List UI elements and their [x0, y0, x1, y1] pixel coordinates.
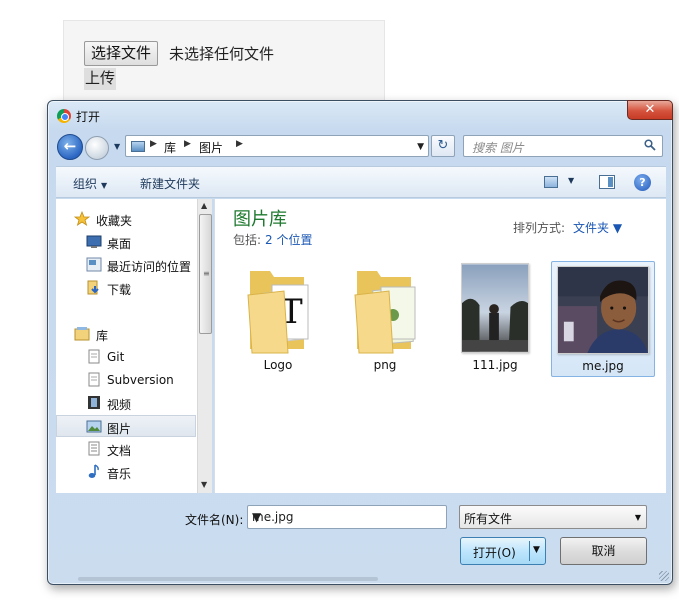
music-icon: [88, 464, 99, 478]
nav-item-downloads[interactable]: 下载: [56, 277, 196, 299]
search-icon: [644, 139, 656, 151]
scroll-up-icon[interactable]: ▲: [201, 201, 207, 210]
filename-input[interactable]: me.jpg ▼: [247, 505, 447, 529]
open-button[interactable]: 打开(O) ▼: [460, 537, 546, 565]
open-file-dialog: 打开 ✕ ← ▼ ▶ 库 ▶ 图片 ▶ ▼ ↻ 搜索 图片 组织 ▼ 新建文件夹 …: [47, 100, 673, 585]
dialog-footer: 文件名(N): me.jpg ▼ 所有文件 ▼ 打开(O) ▼ 取消: [48, 494, 672, 584]
folder-icon: [354, 271, 416, 354]
upload-form: 选择文件 未选择任何文件 上传: [63, 20, 385, 110]
navigation-pane: 收藏夹 桌面 最近访问的位置 下载 库 Git Subversion 视频 图片…: [56, 199, 212, 493]
video-icon: [88, 396, 100, 409]
window-reflection: [78, 577, 378, 581]
dialog-title: 打开: [76, 110, 101, 124]
document-icon: [88, 349, 100, 364]
upload-button[interactable]: 上传: [84, 68, 117, 90]
scroll-down-icon[interactable]: ▼: [201, 480, 207, 489]
new-folder-button[interactable]: 新建文件夹: [140, 175, 200, 192]
documents-icon: [88, 441, 100, 456]
nav-item-desktop[interactable]: 桌面: [56, 231, 196, 253]
pictures-icon: [86, 420, 102, 433]
command-toolbar: 组织 ▼ 新建文件夹 ▼ ?: [56, 166, 666, 198]
preview-pane-icon[interactable]: [599, 175, 615, 189]
address-bar[interactable]: ▶ 库 ▶ 图片 ▶ ▼: [125, 135, 429, 157]
locations-link[interactable]: 2 个位置: [265, 233, 312, 247]
open-dropdown-icon[interactable]: ▼: [533, 545, 540, 555]
filename-label: 文件名(N):: [185, 513, 244, 527]
chevron-down-icon[interactable]: ▼: [252, 510, 442, 524]
nav-item-documents[interactable]: 文档: [56, 438, 196, 460]
chevron-right-icon[interactable]: ▶: [236, 139, 243, 149]
nav-item-videos[interactable]: 视频: [56, 392, 196, 414]
refresh-icon[interactable]: ↻: [431, 135, 455, 157]
star-icon: [74, 211, 90, 226]
desktop-icon: [86, 235, 102, 248]
view-dropdown-icon[interactable]: ▼: [568, 176, 574, 185]
library-title: 图片库: [233, 209, 287, 230]
chevron-right-icon[interactable]: ▶: [150, 139, 157, 149]
organize-menu[interactable]: 组织 ▼: [73, 175, 107, 192]
choose-file-button[interactable]: 选择文件: [84, 41, 159, 66]
nav-item-favorites[interactable]: 收藏夹: [56, 208, 196, 230]
file-content-pane: 图片库 包括: 2 个位置 排列方式: 文件夹 ▼ T Logo png 111…: [214, 199, 666, 493]
close-button[interactable]: ✕: [627, 100, 673, 120]
scroll-thumb[interactable]: ≡: [199, 214, 212, 334]
nav-item-git[interactable]: Git: [56, 346, 196, 368]
folder-icon: T: [247, 271, 309, 354]
breadcrumb-pictures[interactable]: 图片: [199, 139, 223, 156]
library-includes: 包括: 2 个位置: [233, 233, 313, 247]
change-view-icon[interactable]: [544, 176, 558, 188]
history-dropdown-icon[interactable]: ▼: [114, 142, 120, 151]
search-placeholder: 搜索 图片: [472, 141, 524, 155]
nav-item-music[interactable]: 音乐: [56, 461, 196, 483]
recent-places-icon: [86, 257, 102, 272]
pictures-library-icon: [131, 141, 145, 152]
nav-item-subversion[interactable]: Subversion: [56, 369, 196, 391]
nav-item-pictures[interactable]: 图片: [56, 415, 196, 437]
arrange-by: 排列方式: 文件夹 ▼: [513, 221, 623, 235]
file-item-111-jpg[interactable]: 111.jpg: [443, 261, 547, 377]
file-type-select[interactable]: 所有文件 ▼: [459, 505, 647, 529]
image-thumbnail: [461, 263, 529, 353]
nav-item-libraries[interactable]: 库: [56, 323, 196, 345]
file-item-png[interactable]: png: [333, 261, 437, 377]
cancel-button[interactable]: 取消: [560, 537, 647, 565]
chevron-right-icon[interactable]: ▶: [184, 139, 191, 149]
nav-item-recent-places[interactable]: 最近访问的位置: [56, 254, 196, 276]
no-file-text: 未选择任何文件: [169, 45, 275, 63]
search-input[interactable]: 搜索 图片: [463, 135, 663, 157]
download-folder-icon: [87, 280, 99, 295]
nav-scrollbar[interactable]: ▲ ≡ ▼: [197, 199, 212, 493]
document-icon: [88, 372, 100, 387]
chevron-down-icon: ▼: [101, 181, 108, 190]
resize-grip-icon[interactable]: [659, 571, 669, 581]
file-item-me-jpg[interactable]: me.jpg: [551, 261, 655, 377]
breadcrumb-library[interactable]: 库: [164, 139, 176, 156]
chrome-icon: [57, 109, 71, 123]
dialog-titlebar[interactable]: 打开 ✕: [48, 100, 673, 131]
image-thumbnail: [557, 266, 649, 354]
chevron-down-icon: ▼: [634, 513, 641, 522]
address-dropdown-icon[interactable]: ▼: [417, 142, 424, 152]
forward-arrow-icon[interactable]: [85, 136, 109, 160]
help-icon[interactable]: ?: [634, 174, 651, 191]
file-item-logo[interactable]: T Logo: [226, 261, 330, 377]
arrange-by-dropdown[interactable]: 文件夹 ▼: [573, 221, 622, 235]
navigation-row: ← ▼ ▶ 库 ▶ 图片 ▶ ▼ ↻ 搜索 图片: [48, 133, 672, 161]
library-icon: [74, 327, 90, 341]
back-arrow-icon[interactable]: ←: [57, 134, 83, 160]
